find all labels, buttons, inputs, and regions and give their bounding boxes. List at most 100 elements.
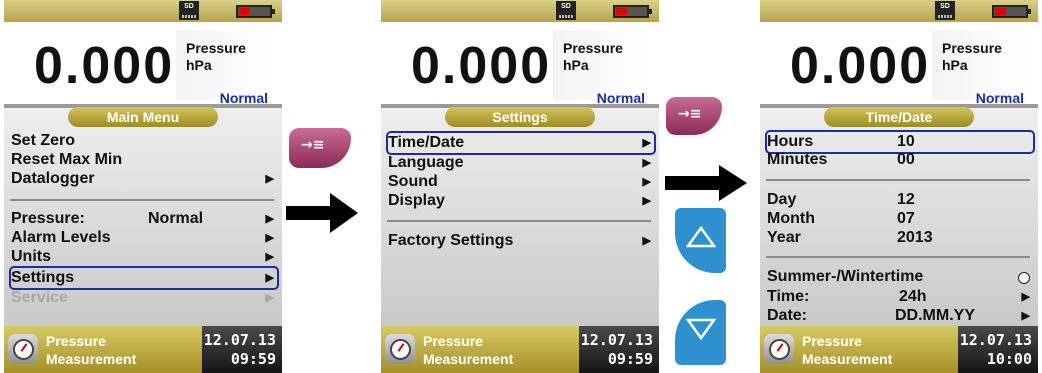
sd-card-icon: SD: [556, 1, 576, 20]
radio-button-icon[interactable]: [1018, 272, 1030, 284]
menu-item-time-date[interactable]: Time/Date ▶: [386, 131, 656, 155]
field-value: 07: [897, 210, 915, 227]
measurement-readout: 0.000 Pressure hPa Normal: [760, 22, 1038, 106]
field-label: Summer-/Wintertime: [767, 268, 924, 285]
measurement-readout: 0.000 Pressure hPa Normal: [4, 22, 282, 106]
menu-item-label: Sound: [388, 173, 438, 190]
menu-item-reset-max-min[interactable]: Reset Max Min: [11, 150, 277, 170]
measurement-readout: 0.000 Pressure hPa Normal: [381, 22, 659, 106]
field-value: 12: [897, 191, 915, 208]
field-value: 24h: [899, 288, 927, 305]
submenu-arrow-icon: ▶: [265, 213, 274, 225]
menu-divider: [387, 220, 651, 222]
submenu-arrow-icon: ▶: [265, 272, 274, 284]
field-day[interactable]: Day 12: [767, 190, 1033, 210]
unit-label: hPa: [186, 57, 212, 73]
menu-item-label: Units: [11, 248, 51, 265]
battery-low-icon: [992, 5, 1031, 18]
submenu-arrow-icon: ▶: [642, 176, 651, 188]
battery-low-icon: [613, 5, 652, 18]
sd-card-icon: SD: [179, 1, 199, 20]
field-label: Day: [767, 191, 797, 208]
pressure-value: 0.000: [790, 37, 931, 95]
menu-item-set-zero[interactable]: Set Zero: [11, 131, 277, 151]
device-screen-main-menu: SD 0.000 Pressure hPa Normal Main Menu S…: [4, 0, 282, 373]
status-title: Pressure: [802, 333, 862, 349]
menu-item-alarm-levels[interactable]: Alarm Levels ▶: [11, 228, 277, 248]
submenu-arrow-icon: ▶: [265, 232, 274, 244]
field-year[interactable]: Year 2013: [767, 228, 1033, 248]
menu-divider: [766, 179, 1030, 181]
menu-item-factory-settings[interactable]: Factory Settings ▶: [388, 231, 654, 251]
field-value: 10: [897, 133, 915, 150]
pressure-value: 0.000: [411, 37, 552, 95]
down-arrow-icon: [686, 318, 716, 340]
menu-item-language[interactable]: Language ▶: [388, 153, 654, 173]
up-key-button[interactable]: [675, 208, 726, 273]
field-value: 00: [897, 151, 915, 168]
bottom-status-bar: Pressure Measurement 12.07.13 09:59: [4, 326, 282, 373]
menu-title: Time/Date: [824, 107, 974, 127]
menu-item-units[interactable]: Units ▶: [11, 247, 277, 267]
field-summer-wintertime[interactable]: Summer-/Wintertime: [767, 267, 1033, 287]
menu-item-pressure-mode[interactable]: Pressure: Normal ▶: [11, 209, 277, 229]
status-subtitle: Measurement: [423, 351, 514, 367]
datetime-panel: 12.07.13 09:59: [202, 326, 282, 373]
date-label: 12.07.13: [580, 331, 653, 349]
menu-item-datalogger[interactable]: Datalogger ▶: [11, 169, 277, 189]
bottom-status-bar: Pressure Measurement 12.07.13 09:59: [381, 326, 659, 373]
menu-item-settings[interactable]: Settings ▶: [9, 266, 279, 290]
menu-item-service: Service ▶: [11, 288, 277, 308]
unit-box: Pressure hPa Normal: [176, 30, 276, 106]
main-menu: Main Menu Set Zero Reset Max Min Datalog…: [4, 107, 282, 326]
menu-item-label: Language: [388, 154, 464, 171]
top-status-bar: SD: [381, 0, 659, 22]
time-label: 09:59: [607, 350, 653, 368]
submenu-arrow-icon: ▶: [265, 251, 274, 263]
quantity-label: Pressure: [942, 40, 1002, 56]
bottom-status-bar: Pressure Measurement 12.07.13 10:00: [760, 326, 1038, 373]
field-label: Minutes: [767, 151, 828, 168]
pressure-gauge-icon: [764, 334, 794, 364]
field-label: Hours: [767, 133, 814, 150]
field-label: Month: [767, 210, 815, 227]
status-subtitle: Measurement: [802, 351, 893, 367]
field-minutes[interactable]: Minutes 00: [767, 150, 1033, 170]
unit-box: Pressure hPa Normal: [932, 30, 1032, 106]
menu-item-sound[interactable]: Sound ▶: [388, 172, 654, 192]
menu-item-display[interactable]: Display ▶: [388, 191, 654, 211]
field-month[interactable]: Month 07: [767, 209, 1033, 229]
status-title: Pressure: [423, 333, 483, 349]
submenu-arrow-icon: ▶: [265, 173, 274, 185]
top-status-bar: SD: [4, 0, 282, 22]
submenu-arrow-icon: ▶: [1021, 291, 1030, 303]
menu-item-label: Display: [388, 192, 445, 209]
menu-item-label: Datalogger: [11, 170, 95, 187]
menu-divider: [766, 256, 1030, 258]
menu-title: Settings: [445, 107, 595, 127]
pressure-gauge-icon: [385, 334, 415, 364]
field-value: 2013: [897, 229, 933, 246]
field-date-format[interactable]: Date: DD.MM.YY ▶: [767, 306, 1033, 326]
status-title: Pressure: [46, 333, 106, 349]
field-hours[interactable]: Hours 10: [765, 130, 1035, 154]
quantity-label: Pressure: [186, 40, 246, 56]
datetime-panel: 12.07.13 10:00: [958, 326, 1038, 373]
time-label: 09:59: [230, 350, 276, 368]
enter-key-button[interactable]: →≡: [289, 128, 351, 168]
submenu-arrow-icon: ▶: [642, 195, 651, 207]
date-label: 12.07.13: [203, 331, 276, 349]
quantity-label: Pressure: [563, 40, 623, 56]
enter-key-icon: →≡: [301, 137, 325, 153]
settings-menu: Settings Time/Date ▶ Language ▶ Sound ▶ Dis…: [381, 107, 659, 326]
field-time-format[interactable]: Time: 24h ▶: [767, 287, 1033, 307]
menu-divider: [10, 199, 274, 201]
down-key-button[interactable]: [675, 300, 726, 365]
time-date-menu: Time/Date Hours 10 Minutes 00 Day 12 Month 0…: [760, 107, 1038, 326]
enter-key-button[interactable]: →≡: [666, 97, 722, 135]
field-label: Time:: [767, 288, 810, 305]
field-label: Year: [767, 229, 801, 246]
right-arrow-icon: [286, 193, 358, 233]
menu-item-label: Factory Settings: [388, 232, 514, 249]
datetime-panel: 12.07.13 09:59: [579, 326, 659, 373]
